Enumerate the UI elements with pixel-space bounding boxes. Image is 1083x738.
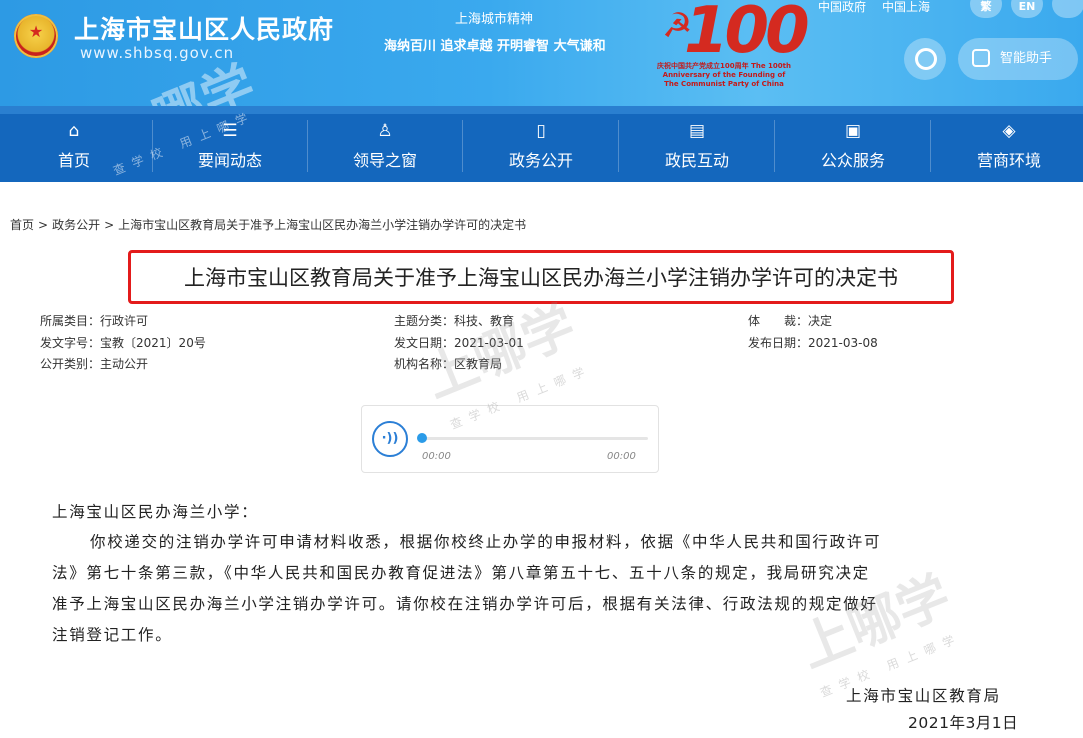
meta-publicity-value: 主动公开 <box>100 357 149 371</box>
breadcrumb-current: 上海市宝山区教育局关于准予上海宝山区民办海兰小学注销办学许可的决定书 <box>118 218 527 232</box>
letter-line: 准予上海宝山区民办海兰小学注销办学许可。请你校在注销办学许可后，根据有关法律、行… <box>52 595 878 613</box>
letter-line: 你校递交的注销办学许可申请材料收悉，根据你校终止办学的申报材料，依据《中华人民共… <box>90 533 882 551</box>
site-header: 上海市宝山区人民政府 www.shbsq.gov.cn 上海城市精神 海纳百川 … <box>0 0 1083 106</box>
document-icon: ▯ <box>536 121 546 141</box>
nav-divider <box>618 120 619 172</box>
english-button[interactable]: EN <box>1011 0 1043 18</box>
nav-item-gov-affairs[interactable]: ▯ 政务公开 <box>491 120 591 176</box>
nav-item-label: 政务公开 <box>508 151 573 170</box>
meta-publicity: 公开类别：主动公开 <box>40 355 148 372</box>
top-link-central-gov[interactable]: 中国政府 <box>818 0 866 14</box>
city-spirit-title: 上海城市精神 <box>455 12 534 27</box>
nav-item-label: 公众服务 <box>820 151 885 170</box>
site-url: www.shbsq.gov.cn <box>80 44 235 62</box>
audio-player: ·)) 00:00 00:00 <box>361 405 659 473</box>
meta-genre: 体 裁：决定 <box>748 312 832 329</box>
meta-topic: 主题分类：科技、教育 <box>394 312 514 329</box>
main-nav: ⌂ 首页 ☰ 要闻动态 ♙ 领导之窗 ▯ 政务公开 ▤ 政民互动 ▣ 公众服务 … <box>0 106 1083 182</box>
nav-item-news[interactable]: ☰ 要闻动态 <box>180 120 280 176</box>
meta-publish-date-label: 发布日期： <box>748 336 809 350</box>
home-icon: ⌂ <box>68 121 80 141</box>
nav-item-business[interactable]: ◈ 营商环境 <box>959 120 1059 176</box>
letter-salutation: 上海宝山区民办海兰小学： <box>52 503 259 521</box>
robot-icon <box>972 49 990 67</box>
nav-item-label: 营商环境 <box>976 151 1041 170</box>
meta-genre-label: 体 裁： <box>748 314 809 328</box>
nav-item-label: 要闻动态 <box>197 151 262 170</box>
audio-current-time: 00:00 <box>422 451 451 462</box>
meta-publicity-label: 公开类别： <box>40 357 101 371</box>
traditional-chinese-button[interactable]: 繁 <box>970 0 1002 18</box>
meta-category-value: 行政许可 <box>100 314 149 328</box>
meta-topic-value: 科技、教育 <box>454 314 515 328</box>
meta-organization-label: 机构名称： <box>394 357 455 371</box>
meta-doc-number-value: 宝教〔2021〕20号 <box>100 336 206 350</box>
breadcrumb-home[interactable]: 首页 <box>10 218 34 232</box>
audio-progress-track[interactable] <box>422 437 648 440</box>
nav-item-interaction[interactable]: ▤ 政民互动 <box>647 120 747 176</box>
nav-item-home[interactable]: ⌂ 首页 <box>24 120 124 176</box>
clipboard-icon: ▣ <box>844 121 862 141</box>
site-name[interactable]: 上海市宝山区人民政府 <box>74 10 334 46</box>
meta-publish-date-value: 2021-03-08 <box>808 336 878 350</box>
letter-signature: 上海市宝山区教育局 <box>846 687 1001 705</box>
meta-publish-date: 发布日期：2021-03-08 <box>748 334 878 351</box>
nav-divider <box>307 120 308 172</box>
book-icon: ▤ <box>688 121 706 141</box>
breadcrumb: 首页 > 政务公开 > 上海市宝山区教育局关于准予上海宝山区民办海兰小学注销办学许可的决… <box>10 216 526 233</box>
breadcrumb-section[interactable]: 政务公开 <box>52 218 100 232</box>
letter-line: 法》第七十条第三款，《中华人民共和国民办教育促进法》第八章第五十七、五十八条的规… <box>52 564 870 582</box>
meta-issue-date: 发文日期：2021-03-01 <box>394 334 524 351</box>
list-icon: ☰ <box>222 121 238 141</box>
city-spirit-text: 海纳百川 追求卓越 开明睿智 大气谦和 <box>384 39 606 54</box>
person-icon: ♙ <box>377 121 393 141</box>
nav-divider <box>774 120 775 172</box>
audio-progress-handle[interactable] <box>417 433 427 443</box>
layers-icon: ◈ <box>1002 121 1016 141</box>
national-emblem-icon <box>14 14 58 58</box>
play-audio-icon[interactable]: ·)) <box>372 421 408 457</box>
top-links: 中国政府 中国上海 <box>818 0 946 15</box>
smart-assistant-label: 智能助手 <box>1000 51 1053 66</box>
meta-organization-value: 区教育局 <box>454 357 503 371</box>
accessibility-button[interactable] <box>1052 0 1083 18</box>
letter-line: 注销登记工作。 <box>52 626 173 644</box>
meta-topic-label: 主题分类： <box>394 314 455 328</box>
page-title: 上海市宝山区教育局关于准予上海宝山区民办海兰小学注销办学许可的决定书 <box>184 266 898 290</box>
meta-genre-value: 决定 <box>808 314 833 328</box>
nav-item-public-services[interactable]: ▣ 公众服务 <box>803 120 903 176</box>
anniversary-number: 100 <box>684 0 810 68</box>
anniversary-caption: 庆祝中国共产党成立100周年 The 100th Anniversary of … <box>657 62 791 88</box>
nav-item-label: 首页 <box>57 151 90 170</box>
breadcrumb-separator: > <box>38 218 49 232</box>
meta-organization: 机构名称：区教育局 <box>394 355 502 372</box>
breadcrumb-separator: > <box>104 218 115 232</box>
top-link-shanghai[interactable]: 中国上海 <box>882 0 930 14</box>
nav-divider <box>462 120 463 172</box>
nav-item-label: 领导之窗 <box>352 151 417 170</box>
meta-doc-number: 发文字号：宝教〔2021〕20号 <box>40 334 206 351</box>
nav-item-leaders[interactable]: ♙ 领导之窗 <box>335 120 435 176</box>
nav-item-label: 政民互动 <box>664 151 729 170</box>
nav-divider <box>930 120 931 172</box>
audio-total-time: 00:00 <box>607 451 636 462</box>
meta-category: 所属类目：行政许可 <box>40 312 148 329</box>
nav-divider <box>152 120 153 172</box>
meta-issue-date-value: 2021-03-01 <box>454 336 524 350</box>
search-icon[interactable] <box>904 38 946 80</box>
smart-assistant-button[interactable]: 智能助手 <box>958 38 1078 80</box>
meta-issue-date-label: 发文日期： <box>394 336 455 350</box>
letter-date: 2021年3月1日 <box>908 714 1019 732</box>
meta-doc-number-label: 发文字号： <box>40 336 101 350</box>
meta-category-label: 所属类目： <box>40 314 101 328</box>
